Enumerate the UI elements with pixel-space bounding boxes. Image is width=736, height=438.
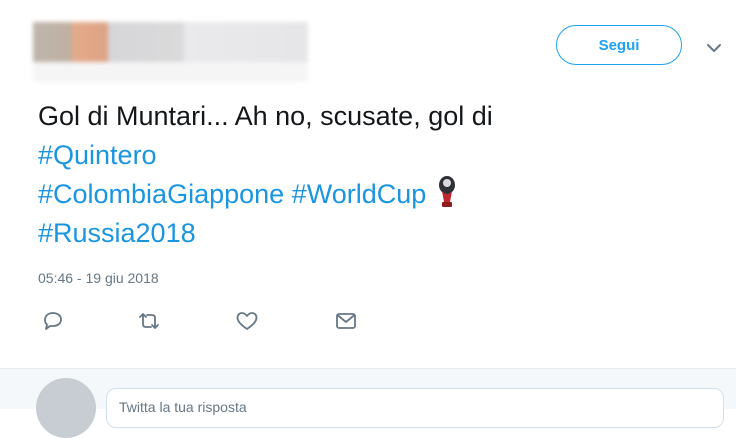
like-icon[interactable]	[234, 308, 260, 334]
world-cup-trophy-icon	[438, 176, 455, 207]
tweet-timestamp[interactable]: 05:46 - 19 giu 2018	[38, 270, 159, 286]
hashtag-link[interactable]: #WorldCup	[292, 179, 427, 209]
tweet-actions	[38, 308, 378, 334]
retweet-icon[interactable]	[136, 308, 162, 334]
blurred-user-info	[33, 22, 308, 82]
tweet-text: Gol di Muntari... Ah no, scusate, gol di…	[38, 97, 698, 253]
direct-message-icon[interactable]	[333, 308, 359, 334]
reply-input[interactable]: Twitta la tua risposta	[106, 388, 724, 428]
reply-icon[interactable]	[40, 308, 66, 334]
tweet-header: Segui	[0, 0, 736, 90]
avatar	[36, 378, 96, 438]
follow-button[interactable]: Segui	[556, 25, 682, 65]
hashtag-link[interactable]: #Quintero	[38, 140, 157, 170]
hashtag-link[interactable]: #Russia2018	[38, 218, 196, 248]
chevron-down-icon[interactable]	[704, 38, 724, 58]
tweet-body-text: Gol di Muntari... Ah no, scusate, gol di	[38, 101, 493, 131]
hashtag-link[interactable]: #ColombiaGiappone	[38, 179, 284, 209]
